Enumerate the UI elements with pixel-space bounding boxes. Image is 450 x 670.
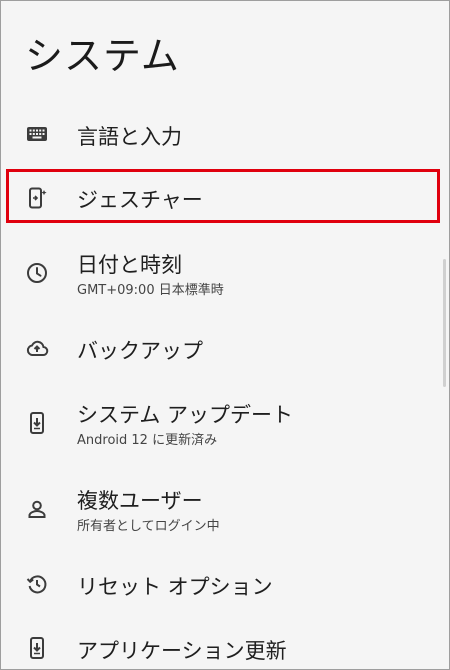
settings-item-label: リセット オプション	[77, 575, 273, 599]
settings-item-label: バックアップ	[77, 339, 203, 363]
page-title: システム	[25, 34, 180, 78]
settings-item-app-update[interactable]: アプリケーション更新	[1, 627, 449, 669]
settings-item-label: 複数ユーザー	[77, 489, 203, 513]
settings-item-language-input[interactable]: 言語と入力	[1, 113, 449, 157]
settings-item-label: システム アップデート	[77, 403, 294, 427]
keyboard-icon	[25, 122, 49, 146]
settings-screen: システム 言語と入力 ジェスチャー 日付と時刻 GMT+09:00 日本標準時 …	[0, 0, 450, 670]
settings-item-backup[interactable]: バックアップ	[1, 327, 449, 371]
clock-icon	[25, 261, 49, 285]
settings-item-subtitle: 所有者としてログイン中	[77, 519, 220, 534]
person-icon	[25, 497, 49, 521]
cloud-upload-icon	[25, 336, 49, 360]
settings-item-label: 日付と時刻	[77, 253, 182, 277]
settings-item-reset-options[interactable]: リセット オプション	[1, 563, 449, 607]
history-icon	[25, 572, 49, 596]
app-update-icon	[25, 636, 49, 660]
settings-item-system-update[interactable]: システム アップデート Android 12 に更新済み	[1, 397, 449, 453]
highlight-box	[6, 169, 440, 223]
settings-item-label: アプリケーション更新	[77, 639, 287, 663]
settings-item-subtitle: Android 12 に更新済み	[77, 433, 218, 448]
settings-item-subtitle: GMT+09:00 日本標準時	[77, 283, 224, 298]
settings-item-date-time[interactable]: 日付と時刻 GMT+09:00 日本標準時	[1, 247, 449, 303]
settings-item-multiple-users[interactable]: 複数ユーザー 所有者としてログイン中	[1, 483, 449, 539]
scrollbar[interactable]	[443, 259, 446, 387]
system-update-icon	[25, 411, 49, 435]
settings-item-label: 言語と入力	[77, 125, 182, 149]
